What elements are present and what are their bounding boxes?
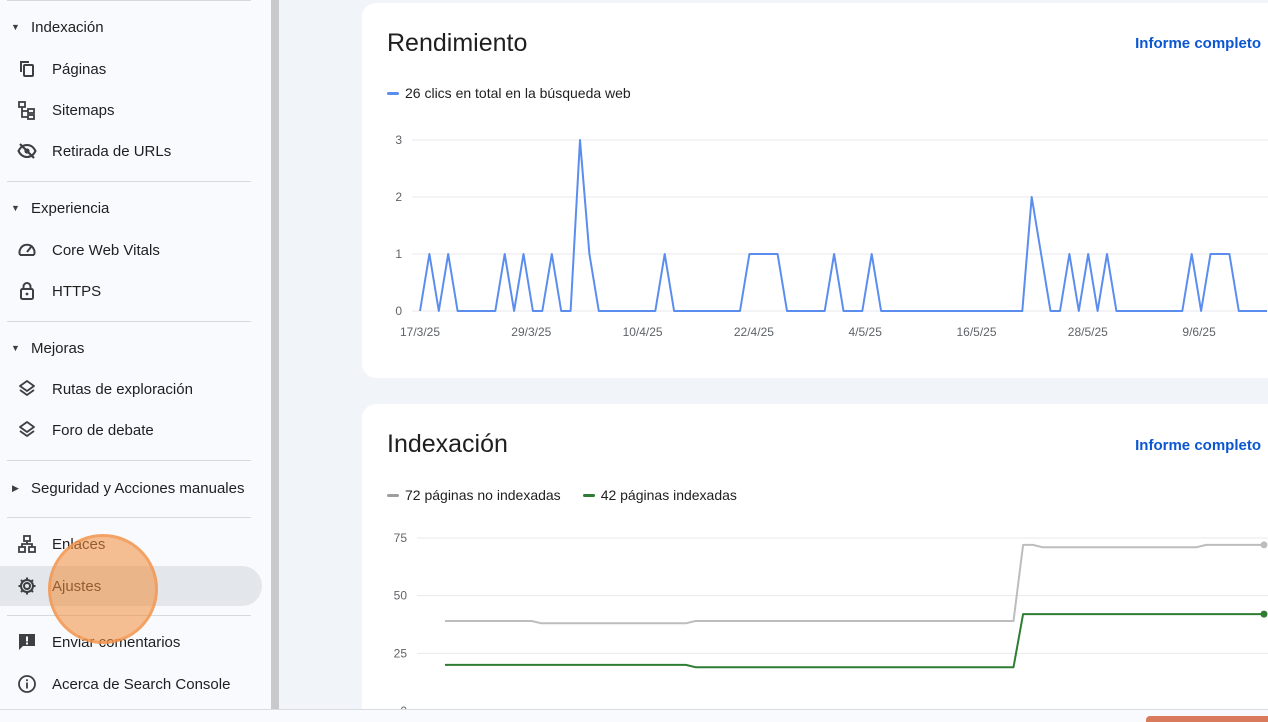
- sidebar-item-label: Enlaces: [52, 535, 106, 553]
- divider: [7, 517, 251, 518]
- chart-legend: 26 clics en total en la búsqueda web: [387, 85, 631, 101]
- sidebar-item-label: Enviar comentarios: [52, 633, 181, 651]
- links-icon: [0, 534, 52, 554]
- info-icon: [0, 674, 52, 694]
- legend-item-indexed[interactable]: 42 páginas indexadas: [582, 487, 737, 503]
- x-tick-label: 29/3/25: [511, 325, 551, 339]
- layers-icon: [0, 379, 52, 399]
- lock-icon: [0, 281, 52, 301]
- feedback-icon: [0, 632, 52, 652]
- series-line: [445, 613, 1264, 669]
- sidebar-item-label: Foro de debate: [52, 421, 154, 439]
- sidebar-scrollbar[interactable]: [271, 0, 279, 709]
- gear-icon: [0, 576, 52, 596]
- indexing-card: Indexación Informe completo 72 páginas n…: [362, 404, 1268, 722]
- x-tick-label: 28/5/25: [1068, 325, 1108, 339]
- legend-item-clicks[interactable]: 26 clics en total en la búsqueda web: [387, 85, 631, 101]
- x-tick-label: 9/6/25: [1182, 325, 1216, 339]
- bottom-bar: [0, 709, 1268, 722]
- sidebar-item-label: Ajustes: [52, 577, 102, 595]
- sidebar-item-acerca-de[interactable]: Acerca de Search Console: [0, 664, 262, 704]
- divider: [7, 0, 251, 1]
- section-label: Mejoras: [31, 339, 85, 357]
- y-tick-label: 3: [395, 133, 402, 147]
- sidebar-item-label: Páginas: [52, 60, 107, 78]
- series-end-point: [1260, 541, 1268, 549]
- divider: [7, 460, 251, 461]
- divider: [7, 615, 251, 616]
- sidebar-item-enlaces[interactable]: Enlaces: [0, 524, 262, 564]
- indexing-line-chart[interactable]: 0255075: [362, 522, 1268, 722]
- y-tick-label: 50: [394, 589, 408, 603]
- y-tick-label: 0: [395, 304, 402, 318]
- sidebar-item-label: Acerca de Search Console: [52, 675, 231, 693]
- sidebar-item-retirada-urls[interactable]: Retirada de URLs: [0, 131, 262, 171]
- section-label: Indexación: [31, 18, 104, 36]
- sidebar-item-foro-debate[interactable]: Foro de debate: [0, 410, 262, 450]
- bottom-action-button[interactable]: [1146, 716, 1268, 722]
- y-tick-label: 75: [394, 531, 408, 545]
- series-line: [445, 543, 1264, 625]
- series-end-point: [1260, 610, 1268, 618]
- x-tick-label: 16/5/25: [956, 325, 996, 339]
- legend-swatch: [387, 91, 399, 95]
- divider: [7, 181, 251, 182]
- layers-icon: [0, 420, 52, 440]
- series-line: [419, 139, 1267, 312]
- divider: [7, 321, 251, 322]
- x-tick-label: 17/3/25: [400, 325, 440, 339]
- sidebar-item-rutas-exploracion[interactable]: Rutas de exploración: [0, 369, 262, 409]
- legend-label: 72 páginas no indexadas: [405, 487, 561, 503]
- section-seguridad[interactable]: ▶ Seguridad y Acciones manuales: [0, 475, 244, 501]
- sidebar-item-label: Core Web Vitals: [52, 241, 160, 259]
- y-tick-label: 25: [394, 646, 408, 660]
- sidebar-item-label: Sitemaps: [52, 101, 115, 119]
- pages-icon: [0, 59, 52, 79]
- sidebar-item-label: HTTPS: [52, 282, 102, 300]
- y-tick-label: 1: [395, 247, 402, 261]
- y-tick-label: 2: [395, 190, 402, 204]
- legend-label: 42 páginas indexadas: [600, 487, 737, 503]
- x-tick-label: 10/4/25: [623, 325, 663, 339]
- gauge-icon: [0, 240, 52, 260]
- eye-off-icon: [0, 141, 52, 161]
- performance-card: Rendimiento Informe completo 26 clics en…: [362, 3, 1268, 378]
- legend-item-not-indexed[interactable]: 72 páginas no indexadas: [387, 487, 561, 503]
- sidebar-item-https[interactable]: HTTPS: [0, 271, 262, 311]
- full-report-link[interactable]: Informe completo: [1135, 35, 1261, 52]
- card-title: Indexación: [387, 430, 508, 458]
- sidebar-item-enviar-comentarios[interactable]: Enviar comentarios: [0, 622, 262, 662]
- section-label: Seguridad y Acciones manuales: [31, 479, 245, 497]
- clicks-line-chart[interactable]: 0 1 2 3 17/3/25 29/3/25 10/4/25 22/4/25 4/5/25 16…: [362, 125, 1268, 355]
- sidebar-item-sitemaps[interactable]: Sitemaps: [0, 90, 262, 130]
- section-indexacion[interactable]: ▼ Indexación: [0, 14, 104, 40]
- sidebar: ▼ Indexación Páginas Sitemaps Retirada d…: [0, 0, 271, 709]
- section-label: Experiencia: [31, 199, 110, 217]
- section-experiencia[interactable]: ▼ Experiencia: [0, 195, 109, 221]
- sidebar-item-label: Rutas de exploración: [52, 380, 193, 398]
- sidebar-item-core-web-vitals[interactable]: Core Web Vitals: [0, 230, 262, 270]
- caret-down-icon: ▼: [11, 203, 20, 213]
- sidebar-item-ajustes[interactable]: Ajustes: [0, 566, 262, 606]
- legend-swatch: [387, 493, 399, 497]
- x-tick-label: 22/4/25: [734, 325, 774, 339]
- section-mejoras[interactable]: ▼ Mejoras: [0, 335, 84, 361]
- sidebar-item-label: Retirada de URLs: [52, 142, 172, 160]
- caret-right-icon: ▶: [12, 482, 19, 493]
- legend-label: 26 clics en total en la búsqueda web: [405, 85, 631, 101]
- sidebar-item-paginas[interactable]: Páginas: [0, 49, 262, 89]
- full-report-link[interactable]: Informe completo: [1135, 437, 1261, 454]
- card-title: Rendimiento: [387, 29, 528, 57]
- legend-swatch: [582, 493, 595, 497]
- sitemap-icon: [0, 100, 52, 120]
- caret-down-icon: ▼: [11, 343, 20, 353]
- caret-down-icon: ▼: [11, 22, 20, 32]
- x-tick-label: 4/5/25: [849, 325, 883, 339]
- chart-legend: 72 páginas no indexadas 42 páginas index…: [387, 487, 737, 503]
